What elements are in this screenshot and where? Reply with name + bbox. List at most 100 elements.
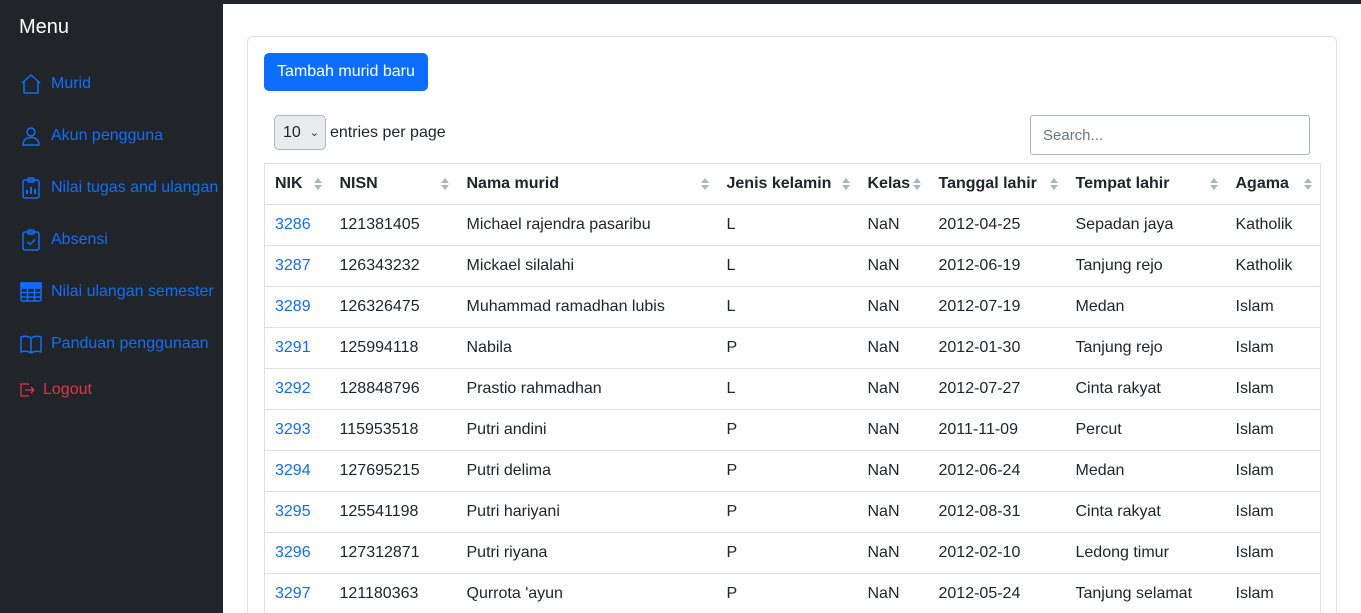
cell-nik: 3293 bbox=[264, 409, 330, 451]
book-icon bbox=[20, 335, 42, 354]
students-table: NIK NISN Nama murid Jenis kelamin Kelas Tangg… bbox=[264, 163, 1321, 613]
cell-agama: Katholik bbox=[1225, 245, 1321, 287]
main-content: Tambah murid baru 10 ⌄ entries per page … bbox=[223, 4, 1361, 613]
cell-nik: 3292 bbox=[264, 368, 330, 410]
cell-tempat-lahir: Tanjung selamat bbox=[1065, 573, 1226, 613]
cell-agama: Islam bbox=[1225, 491, 1321, 533]
entries-per-page: 10 ⌄ entries per page bbox=[274, 115, 446, 150]
sidebar: Menu Murid Akun pengguna Nilai tugas and… bbox=[0, 0, 223, 613]
column-header-label: Nama murid bbox=[466, 175, 559, 192]
sort-icon bbox=[912, 178, 921, 190]
cell-tempat-lahir: Percut bbox=[1065, 409, 1226, 451]
column-header-jenis-kelamin[interactable]: Jenis kelamin bbox=[716, 163, 858, 205]
cell-kelas: NaN bbox=[857, 573, 929, 613]
nik-link[interactable]: 3289 bbox=[275, 298, 311, 315]
per-page-select[interactable]: 10 ⌄ bbox=[274, 115, 326, 150]
nik-link[interactable]: 3287 bbox=[275, 257, 311, 274]
cell-agama: Islam bbox=[1225, 573, 1321, 613]
cell-jenis-kelamin: L bbox=[716, 245, 858, 287]
nik-link[interactable]: 3286 bbox=[275, 216, 311, 233]
cell-nisn: 127312871 bbox=[329, 532, 457, 574]
sidebar-item-absensi[interactable]: Absensi bbox=[19, 228, 108, 252]
search-input[interactable] bbox=[1030, 115, 1310, 155]
cell-jenis-kelamin: L bbox=[716, 368, 858, 410]
cell-tanggal-lahir: 2011-11-09 bbox=[928, 409, 1066, 451]
cell-tempat-lahir: Sepadan jaya bbox=[1065, 204, 1226, 246]
cell-jenis-kelamin: P bbox=[716, 573, 858, 613]
sidebar-item-label: Murid bbox=[51, 75, 92, 92]
cell-agama: Islam bbox=[1225, 450, 1321, 492]
nik-link[interactable]: 3294 bbox=[275, 462, 311, 479]
column-header-label: Kelas bbox=[867, 175, 911, 192]
cell-tanggal-lahir: 2012-07-19 bbox=[928, 286, 1066, 328]
column-header-label: NIK bbox=[275, 175, 303, 192]
cell-nama-murid: Muhammad ramadhan lubis bbox=[456, 286, 717, 328]
cell-jenis-kelamin: P bbox=[716, 409, 858, 451]
cell-tempat-lahir: Medan bbox=[1065, 450, 1226, 492]
column-header-nisn[interactable]: NISN bbox=[329, 163, 457, 205]
sidebar-item-murid[interactable]: Murid bbox=[19, 72, 91, 96]
column-header-label: Agama bbox=[1235, 175, 1289, 192]
column-header-tempat-lahir[interactable]: Tempat lahir bbox=[1065, 163, 1226, 205]
table-row: 3294 127695215 Putri delima P NaN 2012-06-24 M… bbox=[264, 450, 1321, 492]
add-student-button[interactable]: Tambah murid baru bbox=[264, 53, 428, 91]
cell-tanggal-lahir: 2012-01-30 bbox=[928, 327, 1066, 369]
nik-link[interactable]: 3293 bbox=[275, 421, 311, 438]
cell-nama-murid: Qurrota 'ayun bbox=[456, 573, 717, 613]
cell-tanggal-lahir: 2012-08-31 bbox=[928, 491, 1066, 533]
cell-tanggal-lahir: 2012-06-19 bbox=[928, 245, 1066, 287]
column-header-nama-murid[interactable]: Nama murid bbox=[456, 163, 717, 205]
nik-link[interactable]: 3297 bbox=[275, 585, 311, 602]
cell-tanggal-lahir: 2012-05-24 bbox=[928, 573, 1066, 613]
sidebar-item-nilai-tugas[interactable]: Nilai tugas and ulangan bbox=[19, 176, 218, 200]
cell-jenis-kelamin: L bbox=[716, 286, 858, 328]
cell-tanggal-lahir: 2012-07-27 bbox=[928, 368, 1066, 410]
cell-nama-murid: Michael rajendra pasaribu bbox=[456, 204, 717, 246]
cell-nisn: 121180363 bbox=[329, 573, 457, 613]
column-header-label: NISN bbox=[339, 175, 378, 192]
cell-tempat-lahir: Cinta rakyat bbox=[1065, 368, 1226, 410]
cell-jenis-kelamin: P bbox=[716, 532, 858, 574]
sidebar-item-label: Panduan penggunaan bbox=[51, 335, 209, 352]
clipboard-check-icon bbox=[22, 229, 40, 251]
cell-tempat-lahir: Ledong timur bbox=[1065, 532, 1226, 574]
cell-kelas: NaN bbox=[857, 532, 929, 574]
cell-nama-murid: Putri andini bbox=[456, 409, 717, 451]
house-icon bbox=[21, 74, 41, 94]
sidebar-item-nilai-ulangan-semester[interactable]: Nilai ulangan semester bbox=[19, 280, 214, 304]
sidebar-item-panduan[interactable]: Panduan penggunaan bbox=[19, 332, 209, 356]
column-header-kelas[interactable]: Kelas bbox=[857, 163, 929, 205]
column-header-agama[interactable]: Agama bbox=[1225, 163, 1321, 205]
nik-link[interactable]: 3292 bbox=[275, 380, 311, 397]
cell-tempat-lahir: Medan bbox=[1065, 286, 1226, 328]
cell-nisn: 125994118 bbox=[329, 327, 457, 369]
nik-link[interactable]: 3291 bbox=[275, 339, 311, 356]
table-header-row: NIK NISN Nama murid Jenis kelamin Kelas Tangg… bbox=[264, 163, 1321, 205]
column-header-label: Jenis kelamin bbox=[726, 175, 832, 192]
cell-nik: 3287 bbox=[264, 245, 330, 287]
table-row: 3287 126343232 Mickael silalahi L NaN 2012-06… bbox=[264, 245, 1321, 287]
column-header-tanggal-lahir[interactable]: Tanggal lahir bbox=[928, 163, 1066, 205]
sidebar-item-label: Absensi bbox=[51, 231, 108, 248]
nik-link[interactable]: 3295 bbox=[275, 503, 311, 520]
logout-button[interactable]: Logout bbox=[19, 381, 92, 399]
cell-kelas: NaN bbox=[857, 368, 929, 410]
sort-icon bbox=[440, 178, 449, 190]
sort-icon bbox=[1304, 178, 1312, 190]
cell-nama-murid: Putri riyana bbox=[456, 532, 717, 574]
cell-kelas: NaN bbox=[857, 245, 929, 287]
cell-kelas: NaN bbox=[857, 204, 929, 246]
nik-link[interactable]: 3296 bbox=[275, 544, 311, 561]
cell-kelas: NaN bbox=[857, 491, 929, 533]
students-card: Tambah murid baru 10 ⌄ entries per page … bbox=[247, 36, 1337, 613]
logout-label: Logout bbox=[43, 381, 92, 398]
sidebar-title: Menu bbox=[19, 16, 70, 38]
sort-icon bbox=[1209, 178, 1218, 190]
cell-nisn: 127695215 bbox=[329, 450, 457, 492]
cell-nik: 3297 bbox=[264, 573, 330, 613]
column-header-nik[interactable]: NIK bbox=[264, 163, 330, 205]
sidebar-item-akun-pengguna[interactable]: Akun pengguna bbox=[19, 124, 163, 148]
cell-tanggal-lahir: 2012-02-10 bbox=[928, 532, 1066, 574]
table-icon bbox=[20, 282, 42, 302]
cell-nisn: 128848796 bbox=[329, 368, 457, 410]
